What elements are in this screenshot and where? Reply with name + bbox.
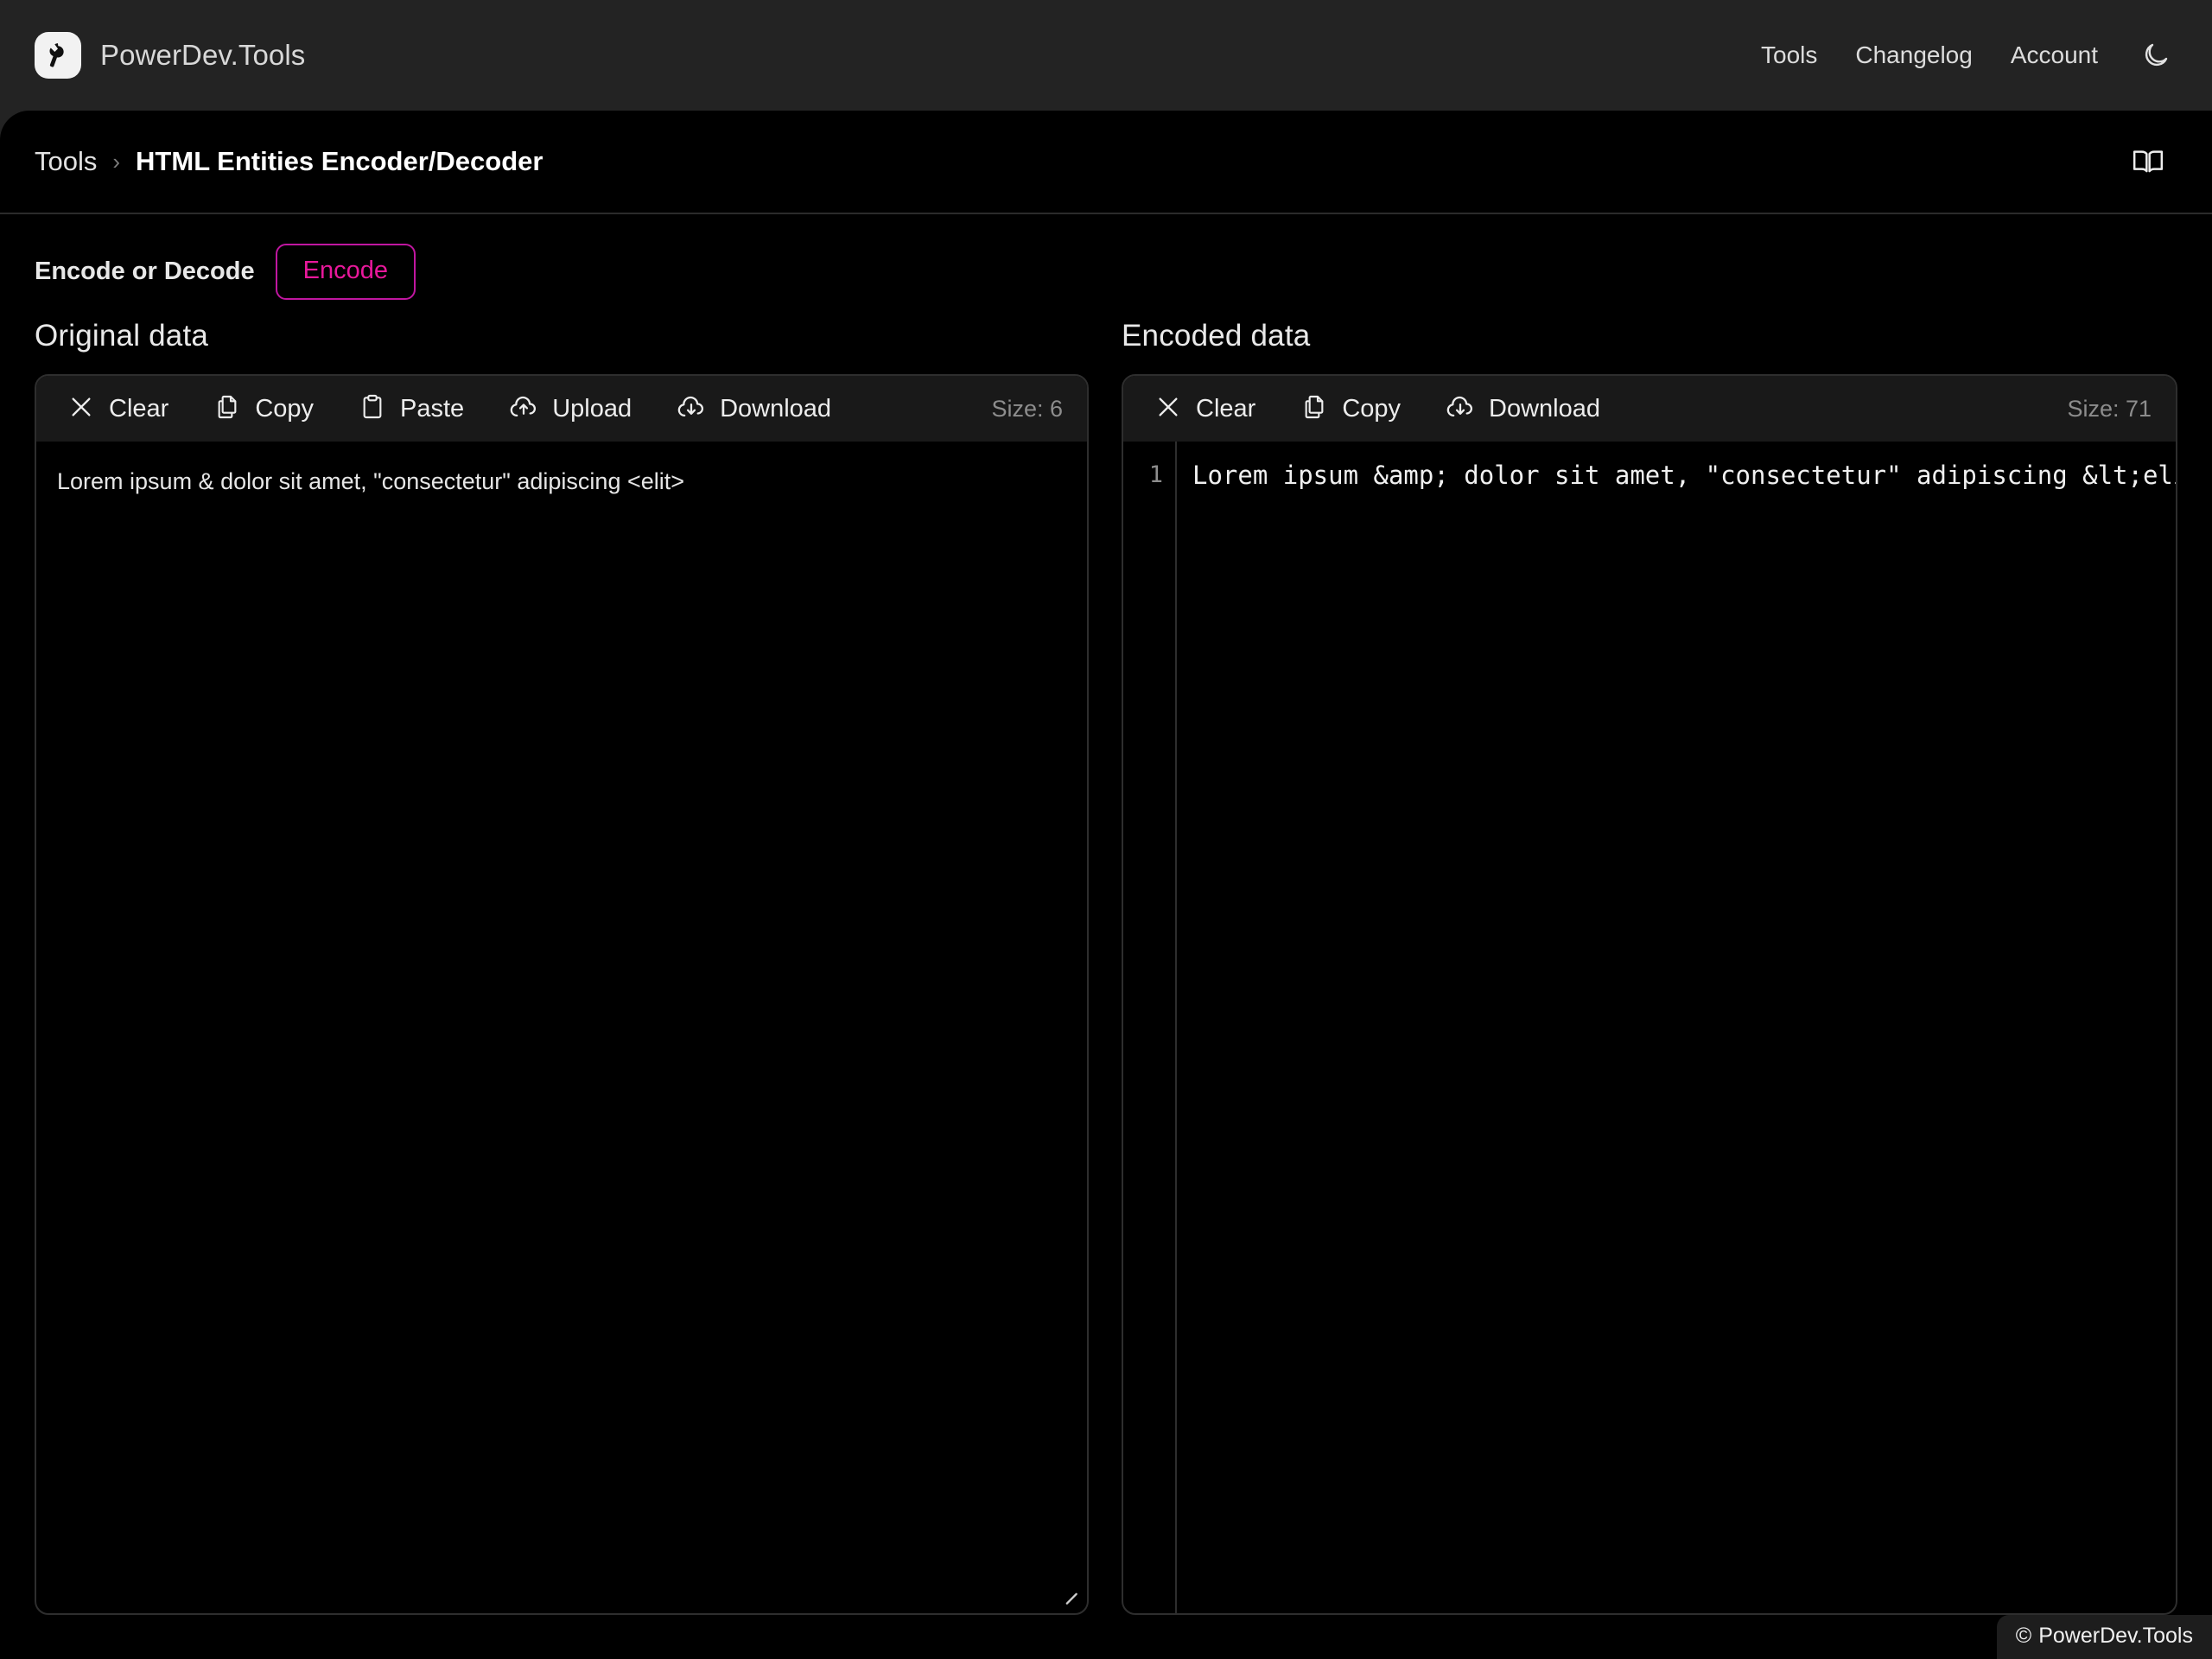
encode-decode-toggle-button[interactable]: Encode [275, 244, 416, 300]
copy-icon [1300, 393, 1328, 425]
brand-name: PowerDev.Tools [100, 39, 306, 71]
encoded-clear-button[interactable]: Clear [1146, 376, 1278, 442]
clipboard-icon [359, 393, 386, 425]
close-icon [1154, 393, 1182, 425]
moon-icon[interactable] [2136, 35, 2176, 75]
encoded-data-column: Encoded data Clear Copy Download Size: 7… [1122, 319, 2177, 1615]
copy-button-label: Copy [255, 394, 315, 423]
download-button-label: Download [720, 394, 832, 423]
page-title: HTML Entities Encoder/Decoder [136, 146, 543, 176]
top-navigation-bar: PowerDev.Tools Tools Changelog Account [0, 0, 2212, 111]
encoded-data-toolbar: Clear Copy Download Size: 71 [1123, 376, 2176, 442]
encoded-clear-button-label: Clear [1196, 394, 1256, 423]
encoded-copy-button[interactable]: Copy [1278, 376, 1423, 442]
wrench-icon [35, 32, 81, 79]
panels-container: Original data Clear Copy Paste Upload Do… [0, 300, 2212, 1615]
clear-button[interactable]: Clear [59, 376, 191, 442]
upload-button[interactable]: Upload [486, 376, 654, 442]
original-data-text: Lorem ipsum & dolor sit amet, "consectet… [57, 468, 685, 494]
paste-button[interactable]: Paste [336, 376, 486, 442]
download-button[interactable]: Download [654, 376, 854, 442]
close-icon [67, 393, 95, 425]
chevron-right-icon: › [112, 149, 121, 175]
cloud-download-icon [677, 392, 706, 426]
breadcrumb-bar: Tools › HTML Entities Encoder/Decoder [0, 111, 2212, 214]
upload-button-label: Upload [552, 394, 632, 423]
original-data-panel: Clear Copy Paste Upload Download Size: 6… [35, 374, 1089, 1615]
encoded-copy-button-label: Copy [1342, 394, 1402, 423]
encoded-data-text: Lorem ipsum &amp; dolor sit amet, "conse… [1192, 461, 2176, 490]
copy-icon [213, 393, 241, 425]
cloud-download-icon [1446, 392, 1475, 426]
nav-link-account[interactable]: Account [1992, 41, 2117, 69]
line-number: 1 [1148, 461, 1163, 488]
original-data-toolbar: Clear Copy Paste Upload Download Size: 6 [36, 376, 1087, 442]
encoded-data-editor[interactable]: 1 Lorem ipsum &amp; dolor sit amet, "con… [1123, 442, 2176, 1613]
nav-link-tools[interactable]: Tools [1742, 41, 1836, 69]
encoded-download-button[interactable]: Download [1423, 376, 1623, 442]
copyright-symbol: © [2015, 1624, 2032, 1648]
resize-handle[interactable] [1058, 1585, 1080, 1607]
original-data-textarea[interactable]: Lorem ipsum & dolor sit amet, "consectet… [36, 442, 1087, 1613]
nav-links: Tools Changelog Account [1742, 35, 2176, 75]
original-data-column: Original data Clear Copy Paste Upload Do… [35, 319, 1089, 1615]
original-size-label: Size: 6 [991, 395, 1063, 422]
book-icon[interactable] [2126, 139, 2171, 184]
nav-link-changelog[interactable]: Changelog [1836, 41, 1991, 69]
encoded-data-panel: Clear Copy Download Size: 71 1 Lorem ips… [1122, 374, 2177, 1615]
encoded-size-label: Size: 71 [2067, 395, 2152, 422]
encoded-data-title: Encoded data [1122, 319, 1311, 353]
paste-button-label: Paste [400, 394, 465, 423]
clear-button-label: Clear [109, 394, 169, 423]
content-shell: Tools › HTML Entities Encoder/Decoder En… [0, 111, 2212, 1659]
footer-text: PowerDev.Tools [2038, 1624, 2193, 1648]
encoded-download-button-label: Download [1489, 394, 1600, 423]
brand[interactable]: PowerDev.Tools [35, 32, 305, 79]
original-data-title: Original data [35, 319, 209, 353]
mode-label: Encode or Decode [35, 257, 255, 285]
cloud-upload-icon [509, 392, 538, 426]
encoded-code-area[interactable]: Lorem ipsum &amp; dolor sit amet, "conse… [1177, 442, 2176, 1613]
footer-copyright: © PowerDev.Tools [1996, 1615, 2212, 1659]
line-number-gutter: 1 [1123, 442, 1177, 1613]
breadcrumb-parent-tools[interactable]: Tools [35, 146, 97, 177]
mode-selector-row: Encode or Decode Encode [0, 214, 2212, 300]
copy-button[interactable]: Copy [191, 376, 336, 442]
